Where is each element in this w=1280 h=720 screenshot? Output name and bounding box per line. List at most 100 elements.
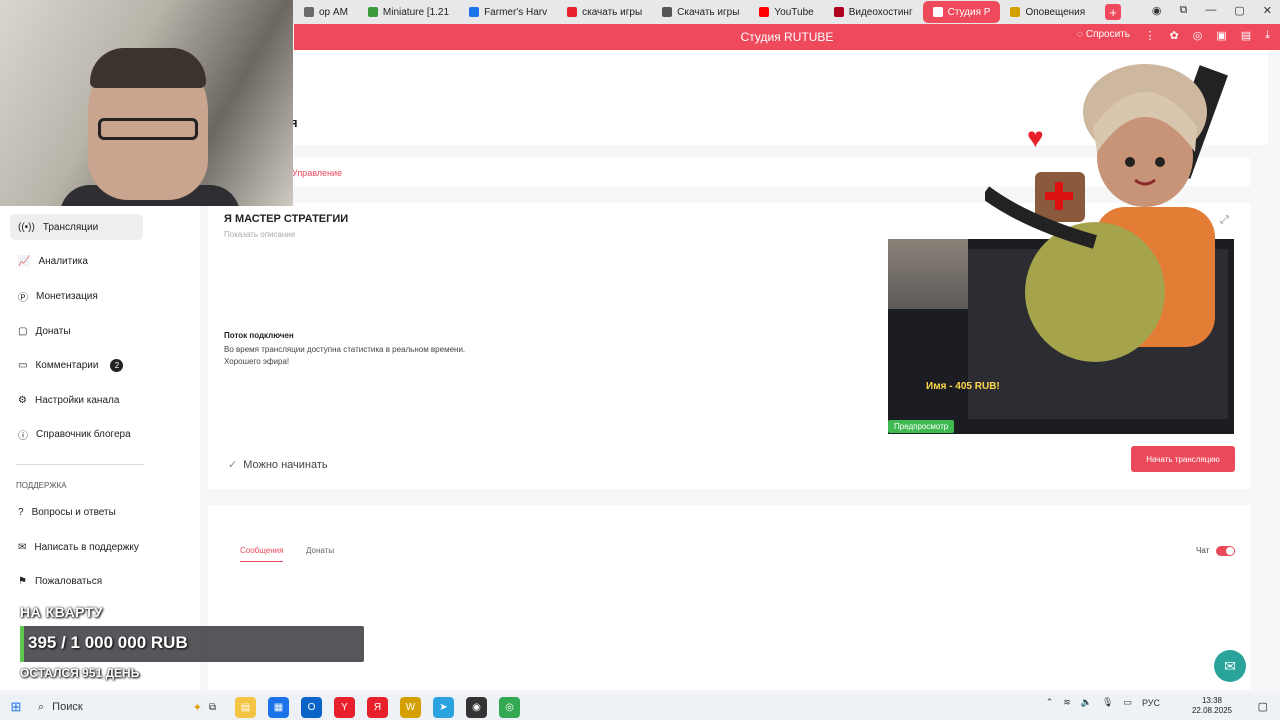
help-chat-button[interactable]: ✉	[1214, 650, 1246, 682]
outlook-icon[interactable]: O	[301, 696, 322, 718]
sidebar-item-faq[interactable]: ? Вопросы и ответы	[10, 499, 143, 525]
address-bar[interactable]: Студия RUTUBE ◌ Спросить ⋮ ✿ ◎ ▣ ▤ ⤓	[294, 24, 1280, 50]
tab-label: Скачать игры	[677, 6, 740, 18]
screenshot-icon[interactable]: ▣	[1216, 29, 1226, 42]
sidebar-item-broadcasts[interactable]: ((•)) Трансляции	[10, 214, 143, 240]
sidebar-item-monetization[interactable]: Ⓟ Монетизация	[10, 283, 143, 309]
wifi-icon[interactable]: ≋	[1063, 697, 1071, 708]
start-broadcast-button[interactable]: Начать трансляцию	[1131, 446, 1235, 472]
mail-icon: ✉	[18, 541, 27, 553]
sidebar-item-label: Монетизация	[36, 290, 98, 302]
comments-count-badge: 2	[110, 358, 124, 372]
tab-label: Оповещения	[1025, 6, 1086, 18]
mic-icon[interactable]: 🎙	[1102, 697, 1113, 708]
rutube-icon	[833, 7, 844, 17]
stream-message: Во время трансляции доступна статистика …	[224, 344, 524, 368]
preview-webcam	[888, 239, 968, 309]
chat-card	[208, 505, 1250, 690]
browser-tab[interactable]: скачать игры	[557, 1, 652, 23]
sidebar-item-label: Написать в поддержку	[34, 541, 139, 553]
language-indicator[interactable]: РУС	[1142, 698, 1160, 708]
browser-tab[interactable]: YouTube	[749, 1, 823, 23]
sidebar-item-label: Донаты	[35, 325, 71, 337]
volume-icon[interactable]: 🔈	[1081, 697, 1092, 708]
browser-tab[interactable]: Farmer's Harv	[459, 1, 557, 23]
yandex-icon[interactable]: Я	[367, 696, 388, 718]
tab-label: YouTube	[774, 6, 814, 18]
windows-start-button[interactable]: ⊞	[0, 699, 32, 715]
tab-label: скачать игры	[582, 6, 643, 18]
sidebar-item-label: Вопросы и ответы	[31, 506, 116, 518]
donation-goal-widget: НА КВАРТУ 395 / 1 000 000 RUB ОСТАЛСЯ 95…	[20, 604, 364, 680]
sidebar-item-channel-settings[interactable]: ⚙ Настройки канала	[10, 387, 143, 413]
windows-icon: ⊞	[10, 699, 22, 714]
sidebar-divider	[16, 464, 144, 465]
chat-bubble-icon: ✉	[1224, 657, 1236, 674]
ready-indicator: ✓ Можно начинать	[228, 458, 328, 472]
reader-icon[interactable]: ◎	[1193, 29, 1203, 42]
notification-icon[interactable]: ▢	[1258, 700, 1268, 713]
file-explorer-icon[interactable]: ▤	[235, 696, 256, 718]
tab-donates[interactable]: Донаты	[306, 546, 334, 555]
browser-tab-active[interactable]: Студия Р	[922, 1, 1001, 23]
browser-tab[interactable]: Скачать игры	[652, 1, 749, 23]
question-icon: ?	[18, 506, 24, 518]
taskbar: ⊞ ⌕ Поиск ✦ ⧉ ▤ ▦ O Y Я W ➤ ◉ ◎ ⌃ ≋ 🔈 🎙 ▭ …	[0, 694, 1280, 720]
tab-label: Farmer's Harv	[484, 6, 548, 18]
tab-manage[interactable]: Управление	[292, 168, 342, 178]
preview-donation-name: Имя - 405 RUB!	[926, 381, 1000, 392]
tab-label: Miniature [1.21	[382, 6, 450, 18]
youtube-icon	[759, 7, 770, 17]
browser-action-icons: ⋮ ✿ ◎ ▣ ▤ ⤓	[1144, 29, 1270, 42]
browser-tab[interactable]: Оповещения	[1000, 1, 1095, 23]
stream-title: Я МАСТЕР СТРАТЕГИИ	[224, 213, 349, 225]
tab-label: ор AM	[319, 6, 348, 18]
extension-icon[interactable]: ✿	[1169, 29, 1178, 42]
show-description-link[interactable]: Показать описание	[224, 230, 295, 239]
chat-toggle[interactable]	[1216, 546, 1235, 556]
obs-icon[interactable]: ◉	[466, 696, 487, 718]
sidebar-item-analytics[interactable]: 📈 Аналитика	[10, 248, 143, 274]
browser-tab[interactable]: ор AM	[294, 1, 358, 23]
sidebar-item-contact-support[interactable]: ✉ Написать в поддержку	[10, 534, 143, 560]
battery-icon[interactable]: ▭	[1123, 697, 1132, 708]
close-icon[interactable]: ✕	[1263, 4, 1272, 17]
new-tab-button[interactable]: +	[1105, 4, 1122, 20]
browser-tab[interactable]: Miniature [1.21	[358, 1, 459, 23]
yandex-browser-icon[interactable]: Y	[334, 696, 355, 718]
chrome-icon[interactable]: ◎	[499, 696, 520, 718]
sparkle-icon: ✦	[192, 701, 202, 714]
telegram-icon[interactable]: ➤	[433, 696, 454, 718]
coin-icon: Ⓟ	[18, 292, 28, 304]
window-controls: ◉ ⧉ — ▢ ✕	[1152, 4, 1272, 17]
maximize-icon[interactable]: ▢	[1234, 4, 1244, 17]
sidebar-item-comments[interactable]: ▭ Комментарии 2	[10, 352, 143, 378]
sidebar-item-blogger-guide[interactable]: ⓘ Справочник блогера	[10, 421, 143, 447]
system-tray: ⌃ ≋ 🔈 🎙 ▭ РУС	[1046, 697, 1160, 708]
notification-icon	[1010, 7, 1021, 17]
sidebar-item-report[interactable]: ⚑ Пожаловаться	[10, 568, 143, 594]
restore-tabs-icon[interactable]: ⧉	[1180, 4, 1188, 17]
goal-time-left: ОСТАЛСЯ 951 ДЕНЬ	[20, 666, 140, 680]
clock[interactable]: 13:38 22.08.2025	[1192, 696, 1232, 716]
bookmark-icon[interactable]: ⋮	[1144, 29, 1155, 42]
task-view-icon[interactable]: ⧉	[202, 697, 223, 718]
profile-icon[interactable]: ◉	[1152, 4, 1162, 17]
app-icon[interactable]: W	[400, 696, 421, 718]
browser-tab[interactable]: Видеохостинг	[824, 1, 923, 23]
sidebar-item-donates[interactable]: ▢ Донаты	[10, 318, 143, 344]
chevron-up-icon[interactable]: ⌃	[1046, 697, 1054, 708]
search-icon: ⌕	[38, 700, 45, 713]
download-icon[interactable]: ⤓	[1265, 29, 1270, 42]
taskbar-search[interactable]: ⌕ Поиск ✦	[32, 701, 202, 714]
tab-favicon-icon	[469, 7, 480, 17]
minimize-icon[interactable]: —	[1205, 4, 1216, 17]
ask-button[interactable]: ◌ Спросить	[1077, 29, 1130, 40]
donate-icon: ▢	[18, 325, 28, 337]
mascot-character-image	[985, 64, 1228, 362]
sidebar-item-label: Настройки канала	[34, 394, 120, 406]
store-icon[interactable]: ▦	[268, 696, 289, 718]
collections-icon[interactable]: ▤	[1241, 29, 1251, 42]
tab-messages[interactable]: Сообщения	[240, 546, 284, 562]
tab-favicon-icon	[367, 7, 378, 17]
